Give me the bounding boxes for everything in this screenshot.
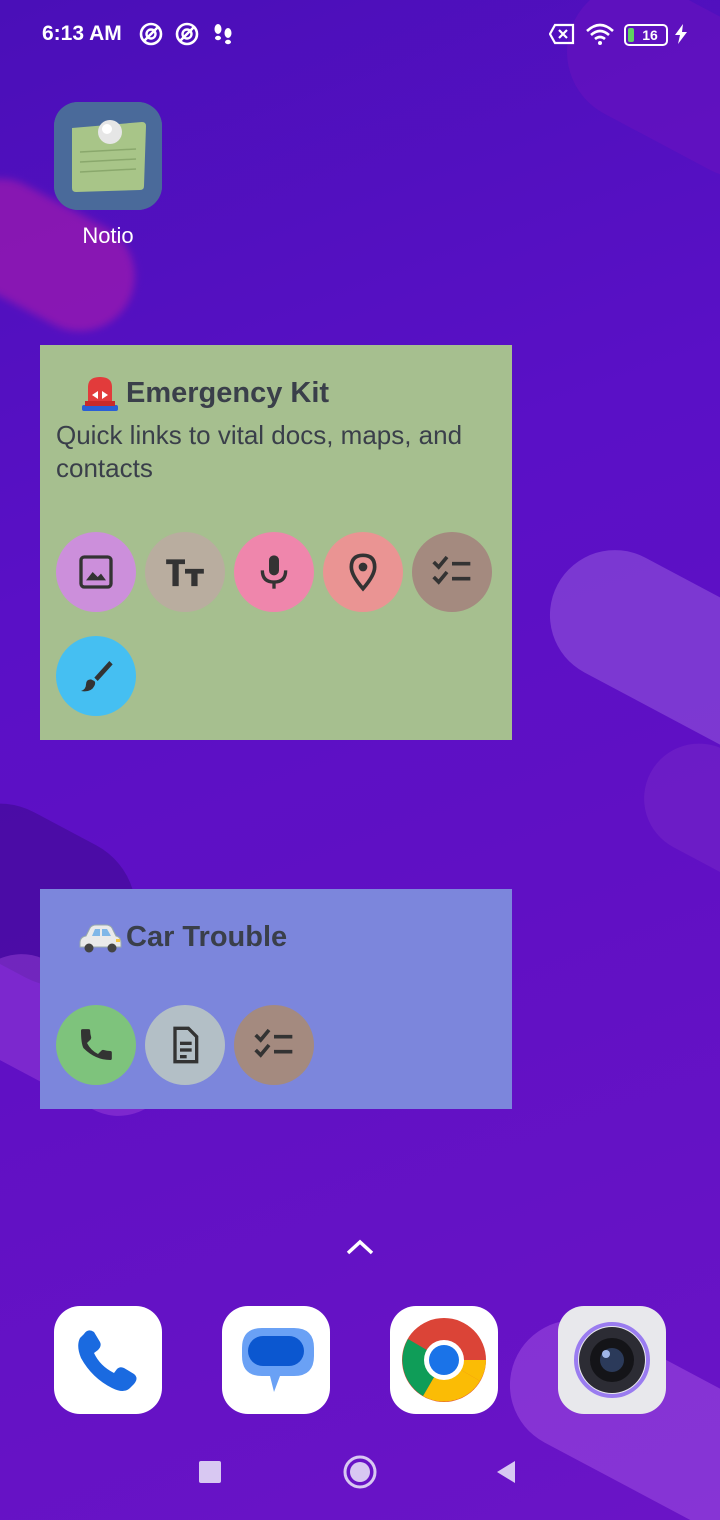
circle-icon <box>343 1455 377 1489</box>
messages-app-icon <box>242 1328 314 1392</box>
widget-title-text: Emergency Kit <box>126 376 330 409</box>
wifi-icon <box>584 20 616 48</box>
location-pin-icon <box>349 553 377 592</box>
notification-icon <box>138 20 164 48</box>
dock-messages-app[interactable] <box>222 1306 330 1414</box>
chrome-app-icon <box>402 1318 486 1402</box>
square-icon <box>199 1461 221 1483</box>
dock-camera-app[interactable] <box>558 1306 666 1414</box>
notio-app-label: Notio <box>82 223 134 248</box>
charging-bolt-icon <box>672 20 690 48</box>
notification-icon <box>174 20 200 48</box>
chevron-up-icon <box>346 1239 374 1255</box>
widget-title[interactable]: Car Trouble <box>74 917 287 957</box>
location-button[interactable] <box>323 532 403 612</box>
microphone-icon <box>260 555 288 589</box>
phone-app-icon <box>78 1330 137 1391</box>
voice-note-button[interactable] <box>234 532 314 612</box>
image-icon <box>79 555 113 589</box>
sim-off-icon <box>548 20 576 48</box>
checklist-icon <box>432 555 471 585</box>
text-format-icon <box>166 559 204 587</box>
widget-title[interactable]: Emergency Kit <box>74 373 329 413</box>
call-button[interactable] <box>56 1005 136 1085</box>
emergency-kit-widget[interactable]: Emergency Kit Quick links to vital docs,… <box>40 345 512 740</box>
home-button[interactable] <box>340 1452 380 1492</box>
sticky-note-icon <box>54 102 162 210</box>
brush-icon <box>81 661 113 692</box>
notio-app-icon[interactable] <box>54 102 162 210</box>
dock-chrome-app[interactable] <box>390 1306 498 1414</box>
battery-level: 16 <box>642 27 658 43</box>
emergency-light-icon <box>74 373 126 413</box>
text-note-button[interactable] <box>145 532 225 612</box>
widget-title-text: Car Trouble <box>126 920 288 953</box>
app-drawer-arrow[interactable] <box>340 1232 380 1262</box>
back-triangle-icon <box>497 1461 515 1483</box>
document-button[interactable] <box>145 1005 225 1085</box>
widget-description: Quick links to vital docs, maps, and con… <box>56 420 463 483</box>
back-button[interactable] <box>494 1452 518 1492</box>
recents-button[interactable] <box>198 1452 222 1492</box>
footsteps-icon <box>210 20 236 48</box>
document-icon <box>173 1026 199 1064</box>
phone-icon <box>81 1029 112 1060</box>
battery-icon: 16 <box>624 24 668 46</box>
car-trouble-widget[interactable]: Car Trouble <box>40 889 512 1109</box>
image-button[interactable] <box>56 532 136 612</box>
clock: 6:13 AM <box>42 22 122 45</box>
camera-app-icon <box>574 1322 650 1398</box>
checklist-button[interactable] <box>234 1005 314 1085</box>
drawing-button[interactable] <box>56 636 136 716</box>
dock-phone-app[interactable] <box>54 1306 162 1414</box>
car-icon <box>74 917 126 957</box>
checklist-button[interactable] <box>412 532 492 612</box>
checklist-icon <box>254 1028 293 1058</box>
status-bar: 6:13 AM 16 <box>0 0 720 70</box>
